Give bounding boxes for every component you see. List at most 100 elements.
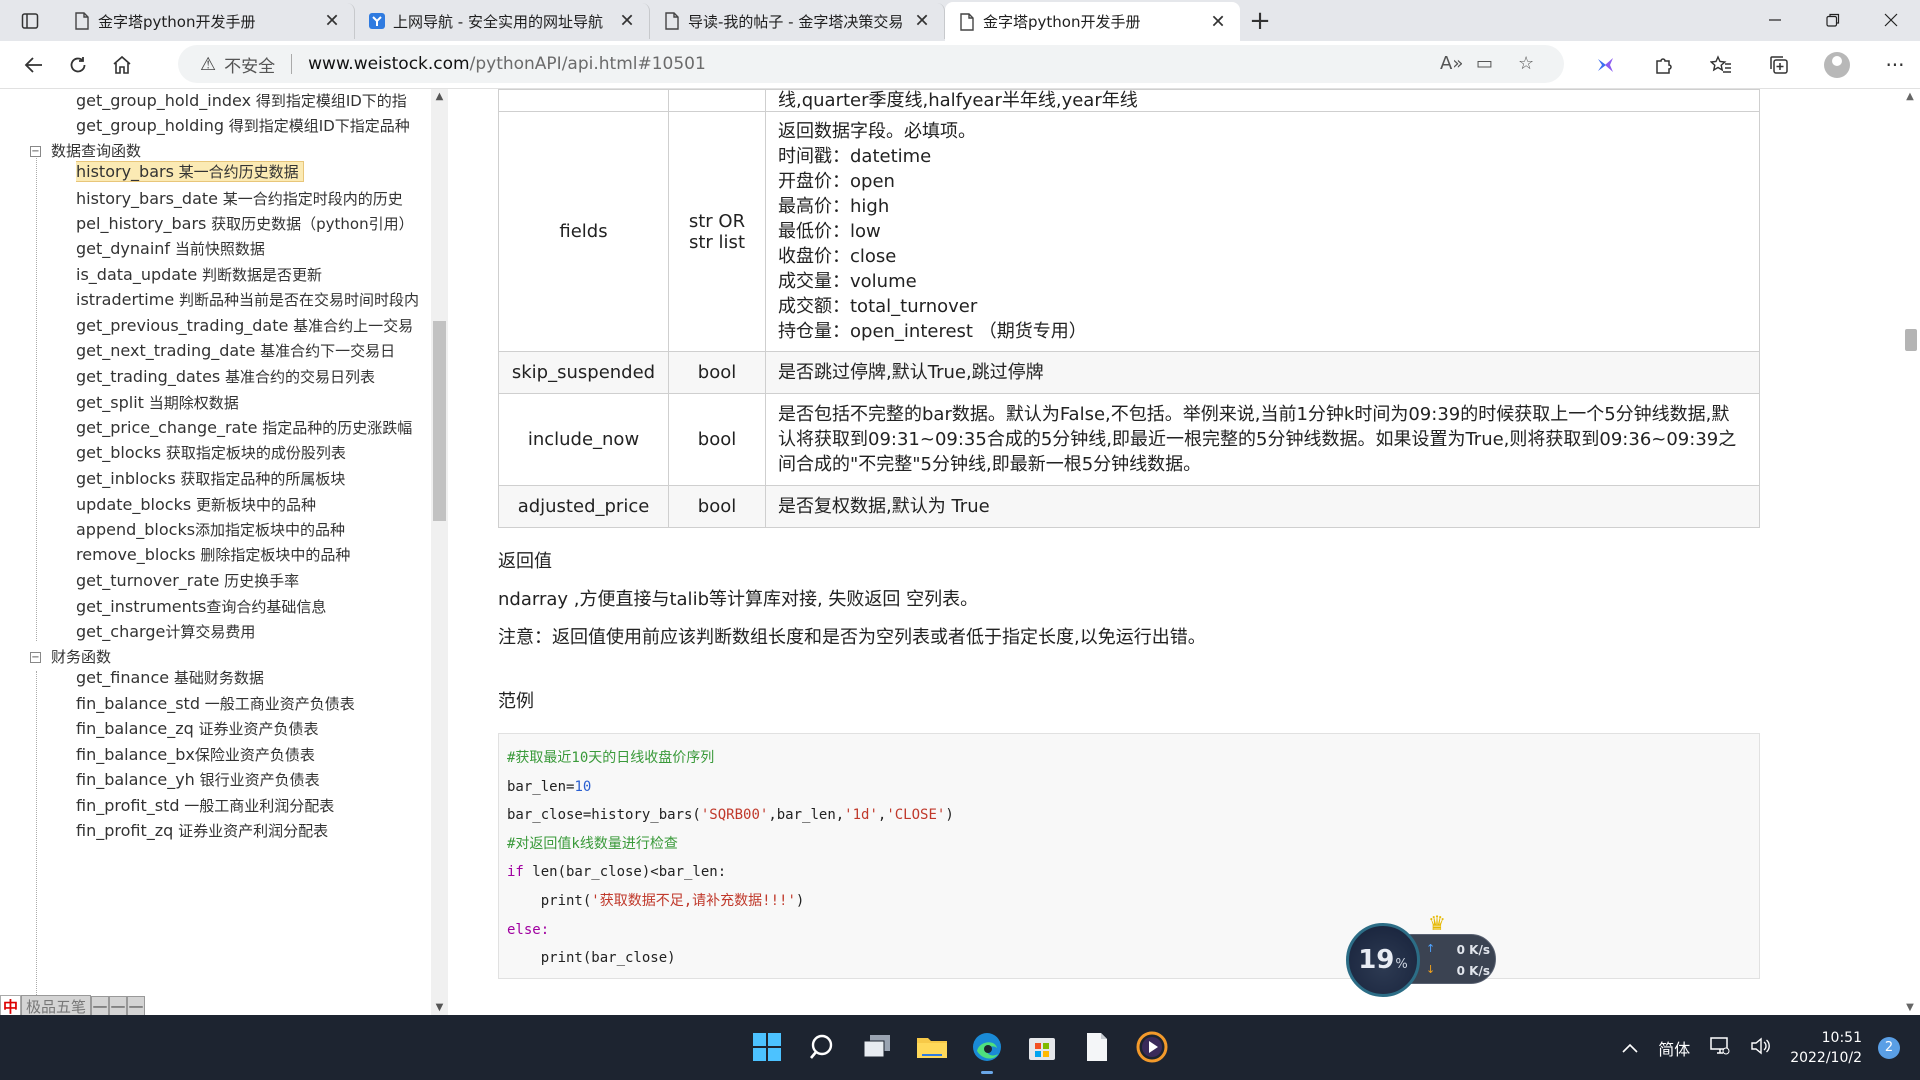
tree-item-fin-balance-yh[interactable]: fin_balance_yh 银行业资产负债表 xyxy=(76,768,429,792)
tree-item-update-blocks[interactable]: update_blocks 更新板块中的品种 xyxy=(76,493,429,517)
param-type: bool xyxy=(668,393,766,486)
address-bar[interactable]: ⚠ 不安全 www.weistock.com/pythonAPI/api.htm… xyxy=(178,45,1564,83)
tree-item-fin-balance-zq[interactable]: fin_balance_zq 证券业资产负债表 xyxy=(76,717,429,741)
tree-item-get-next-trading-date[interactable]: get_next_trading_date 基准合约下一交易日 xyxy=(76,339,429,363)
add-favorite-icon[interactable]: ☆ xyxy=(1518,53,1534,74)
tree-item-remove-blocks[interactable]: remove_blocks 删除指定板块中的品种 xyxy=(76,543,429,567)
media-player-button[interactable] xyxy=(1134,1029,1170,1065)
tree-item-history-bars[interactable]: history_bars 某一合约历史数据 xyxy=(76,160,429,184)
collapse-icon[interactable]: − xyxy=(30,145,41,157)
scroll-down-icon[interactable]: ▼ xyxy=(431,1002,448,1013)
scroll-up-icon[interactable]: ▲ xyxy=(431,91,448,102)
close-window-button[interactable] xyxy=(1862,0,1920,40)
net-speed-widget[interactable]: ♛ 19% ↑ 0 K/s ↓ 0 K/s xyxy=(1346,911,1498,997)
tree-item-get-group-hold-index[interactable]: get_group_hold_index 得到指定模组ID下的指 xyxy=(76,89,429,113)
main-content: 线,quarter季度线,halfyear半年线,year年线 fields s… xyxy=(448,89,1900,1015)
param-name: fields xyxy=(498,111,669,352)
tree-item-get-dynainf[interactable]: get_dynainf 当前快照数据 xyxy=(76,237,429,261)
ime-key[interactable]: — xyxy=(91,996,110,1016)
tree-item-get-finance[interactable]: get_finance 基础财务数据 xyxy=(76,666,429,690)
tree-item-get-charge[interactable]: get_charge计算交易费用 xyxy=(76,620,429,644)
collections-button[interactable] xyxy=(1750,43,1808,87)
system-tray: 简体 10:51 2022/10/2 2 xyxy=(1612,1015,1920,1080)
url-path[interactable]: /pythonAPI/api.html#10501 xyxy=(470,54,706,74)
tree-item-pel-history-bars[interactable]: pel_history_bars 获取历史数据（python引用） xyxy=(76,212,429,236)
tree-item-append-blocks[interactable]: append_blocks添加指定板块中的品种 xyxy=(76,518,429,542)
immersive-reader-icon[interactable]: ▭ xyxy=(1476,53,1493,74)
notepad-button[interactable] xyxy=(1079,1029,1115,1065)
file-explorer-button[interactable] xyxy=(914,1029,950,1065)
tab-close-icon[interactable]: ✕ xyxy=(1208,11,1228,32)
security-label[interactable]: 不安全 xyxy=(224,52,275,77)
avatar xyxy=(1824,52,1850,78)
start-button[interactable] xyxy=(749,1029,785,1065)
home-button[interactable] xyxy=(100,43,144,87)
scrollbar-thumb[interactable] xyxy=(433,321,446,521)
reload-button[interactable] xyxy=(56,43,100,87)
tab-3[interactable]: 导读-我的帖子 - 金字塔决策交易 ✕ xyxy=(650,3,945,39)
collapse-icon[interactable]: − xyxy=(30,651,41,663)
chevron-up-icon[interactable] xyxy=(1622,1038,1638,1057)
ime-language[interactable]: 简体 xyxy=(1658,1036,1690,1060)
tree-item-get-turnover-rate[interactable]: get_turnover_rate 历史换手率 xyxy=(76,569,429,593)
tree-item-fin-balance-bx[interactable]: fin_balance_bx保险业资产负债表 xyxy=(76,743,429,767)
page-icon xyxy=(960,12,974,31)
profile-button[interactable] xyxy=(1808,43,1866,87)
tree-item-get-split[interactable]: get_split 当期除权数据 xyxy=(76,391,429,415)
tab-4-active[interactable]: 金字塔python开发手册 ✕ xyxy=(945,2,1240,41)
tab-close-icon[interactable]: ✕ xyxy=(322,11,342,32)
play-icon xyxy=(1136,1031,1168,1063)
notification-badge[interactable]: 2 xyxy=(1878,1036,1900,1059)
tab-1[interactable]: 金字塔python开发手册 ✕ xyxy=(60,3,355,39)
sidebar-scrollbar[interactable]: ▲ ▼ xyxy=(431,89,448,1015)
tree-guide xyxy=(36,671,37,1015)
read-aloud-icon[interactable]: A» xyxy=(1440,53,1463,74)
network-icon[interactable] xyxy=(1710,1036,1730,1059)
new-tab-button[interactable]: + xyxy=(1240,3,1280,39)
window-controls xyxy=(1746,0,1920,40)
scrollbar-thumb[interactable] xyxy=(1905,329,1917,351)
url-host[interactable]: www.weistock.com xyxy=(308,54,469,74)
scroll-down-icon[interactable]: ▼ xyxy=(1900,1002,1920,1013)
warning-icon[interactable]: ⚠ xyxy=(200,54,216,75)
tree-item-history-bars-date[interactable]: history_bars_date 某一合约指定时段内的历史 xyxy=(76,187,429,211)
tree-item-istradertime[interactable]: istradertime 判断品种当前是否在交易时间时段内 xyxy=(76,288,429,312)
tree-item-fin-balance-std[interactable]: fin_balance_std 一般工商业资产负债表 xyxy=(76,692,429,716)
search-button[interactable] xyxy=(804,1029,840,1065)
volume-icon[interactable] xyxy=(1750,1037,1771,1059)
ime-key[interactable]: — xyxy=(109,996,128,1016)
tree-item-get-price-change-rate[interactable]: get_price_change_rate 指定品种的历史涨跌幅 xyxy=(76,416,429,440)
tree-item-fin-profit-zq[interactable]: fin_profit_zq 证券业资产利润分配表 xyxy=(76,819,429,843)
desc-line: 最高价：high xyxy=(778,196,890,217)
tree-item-is-data-update[interactable]: is_data_update 判断数据是否更新 xyxy=(76,263,429,287)
tree-item-fin-profit-std[interactable]: fin_profit_std 一般工商业利润分配表 xyxy=(76,794,429,818)
page-scrollbar[interactable]: ▲ ▼ xyxy=(1900,89,1920,1015)
favorites-button[interactable] xyxy=(1692,43,1750,87)
scroll-up-icon[interactable]: ▲ xyxy=(1900,91,1920,102)
tab-close-icon[interactable]: ✕ xyxy=(912,11,932,32)
tab-actions-button[interactable] xyxy=(0,0,60,41)
tree-item-get-instruments[interactable]: get_instruments查询合约基础信息 xyxy=(76,595,429,619)
tree-item-get-inblocks[interactable]: get_inblocks 获取指定品种的所属板块 xyxy=(76,467,429,491)
task-view-button[interactable] xyxy=(859,1029,895,1065)
edge-button[interactable] xyxy=(969,1029,1005,1074)
restore-button[interactable] xyxy=(1804,0,1862,40)
clock[interactable]: 10:51 2022/10/2 xyxy=(1790,1028,1862,1068)
settings-menu-button[interactable]: ··· xyxy=(1866,43,1920,87)
code-block[interactable]: #获取最近10天的日线收盘价序列 bar_len=10 bar_close=hi… xyxy=(498,733,1760,979)
tree-item-get-previous-trading-date[interactable]: get_previous_trading_date 基准合约上一交易 xyxy=(76,314,429,338)
tab-close-icon[interactable]: ✕ xyxy=(617,11,637,32)
example-heading: 范例 xyxy=(498,691,534,712)
extensions-button[interactable] xyxy=(1634,43,1692,87)
param-type: str OR str list xyxy=(668,111,766,352)
tree-item-get-blocks[interactable]: get_blocks 获取指定板块的成份股列表 xyxy=(76,441,429,465)
minimize-button[interactable] xyxy=(1746,0,1804,40)
back-button[interactable] xyxy=(12,43,56,87)
store-button[interactable] xyxy=(1024,1029,1060,1065)
tab-2[interactable]: 上网导航 - 安全实用的网址导航 ✕ xyxy=(355,3,650,39)
tree-item-get-group-holding[interactable]: get_group_holding 得到指定模组ID下指定品种 xyxy=(76,114,429,138)
extension-button[interactable] xyxy=(1576,43,1634,87)
ime-key[interactable]: — xyxy=(127,996,146,1016)
table-cell xyxy=(668,89,766,112)
tree-item-get-trading-dates[interactable]: get_trading_dates 基准合约的交易日列表 xyxy=(76,365,429,389)
